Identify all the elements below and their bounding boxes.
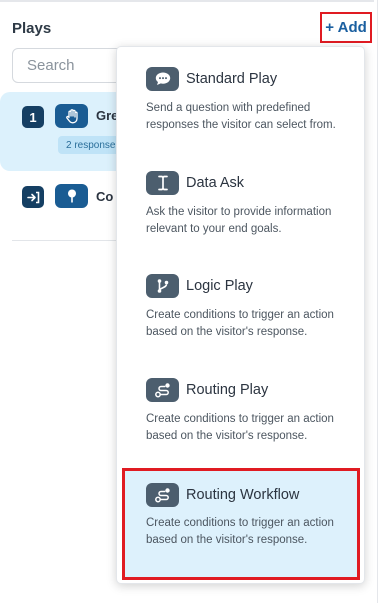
play-name: Co <box>96 189 114 204</box>
menu-item-description: Send a question with predefined response… <box>146 102 336 131</box>
menu-item-title: Standard Play <box>186 71 278 87</box>
add-play-menu: Standard Play Send a question with prede… <box>116 46 365 584</box>
plays-title: Plays <box>12 20 52 37</box>
add-button[interactable]: + Add <box>320 12 372 43</box>
menu-item-routing-workflow[interactable]: Routing Workflow Create conditions to tr… <box>122 468 360 580</box>
branch-icon <box>146 274 179 298</box>
right-divider <box>377 0 378 603</box>
menu-item-description: Ask the visitor to provide information r… <box>146 206 332 235</box>
menu-item-data-ask[interactable]: Data Ask Ask the visitor to provide info… <box>117 151 364 251</box>
menu-item-logic-play[interactable]: Logic Play Create conditions to trigger … <box>117 254 364 354</box>
response-count-badge: 2 response <box>58 136 124 154</box>
top-divider <box>0 0 374 2</box>
list-divider <box>12 240 132 241</box>
pin-icon <box>55 184 88 208</box>
menu-item-title: Routing Workflow <box>186 487 300 503</box>
menu-item-routing-play[interactable]: Routing Play Create conditions to trigge… <box>117 358 364 458</box>
menu-item-description: Create conditions to trigger an action b… <box>146 309 334 338</box>
hand-icon <box>55 104 88 128</box>
menu-item-description: Create conditions to trigger an action b… <box>146 517 334 546</box>
chat-bubble-icon <box>146 67 179 91</box>
menu-item-title: Data Ask <box>186 175 245 191</box>
exit-icon <box>22 186 44 208</box>
menu-item-title: Logic Play <box>186 278 253 294</box>
menu-item-description: Create conditions to trigger an action b… <box>146 413 334 442</box>
route-icon <box>146 378 179 402</box>
text-cursor-icon <box>146 171 179 195</box>
play-number-badge: 1 <box>22 106 44 128</box>
menu-item-standard-play[interactable]: Standard Play Send a question with prede… <box>117 47 364 147</box>
menu-item-title: Routing Play <box>186 382 269 398</box>
route-icon <box>146 483 179 507</box>
plays-panel: Plays + Add Search 1 Gre 2 response Co S… <box>0 0 381 603</box>
